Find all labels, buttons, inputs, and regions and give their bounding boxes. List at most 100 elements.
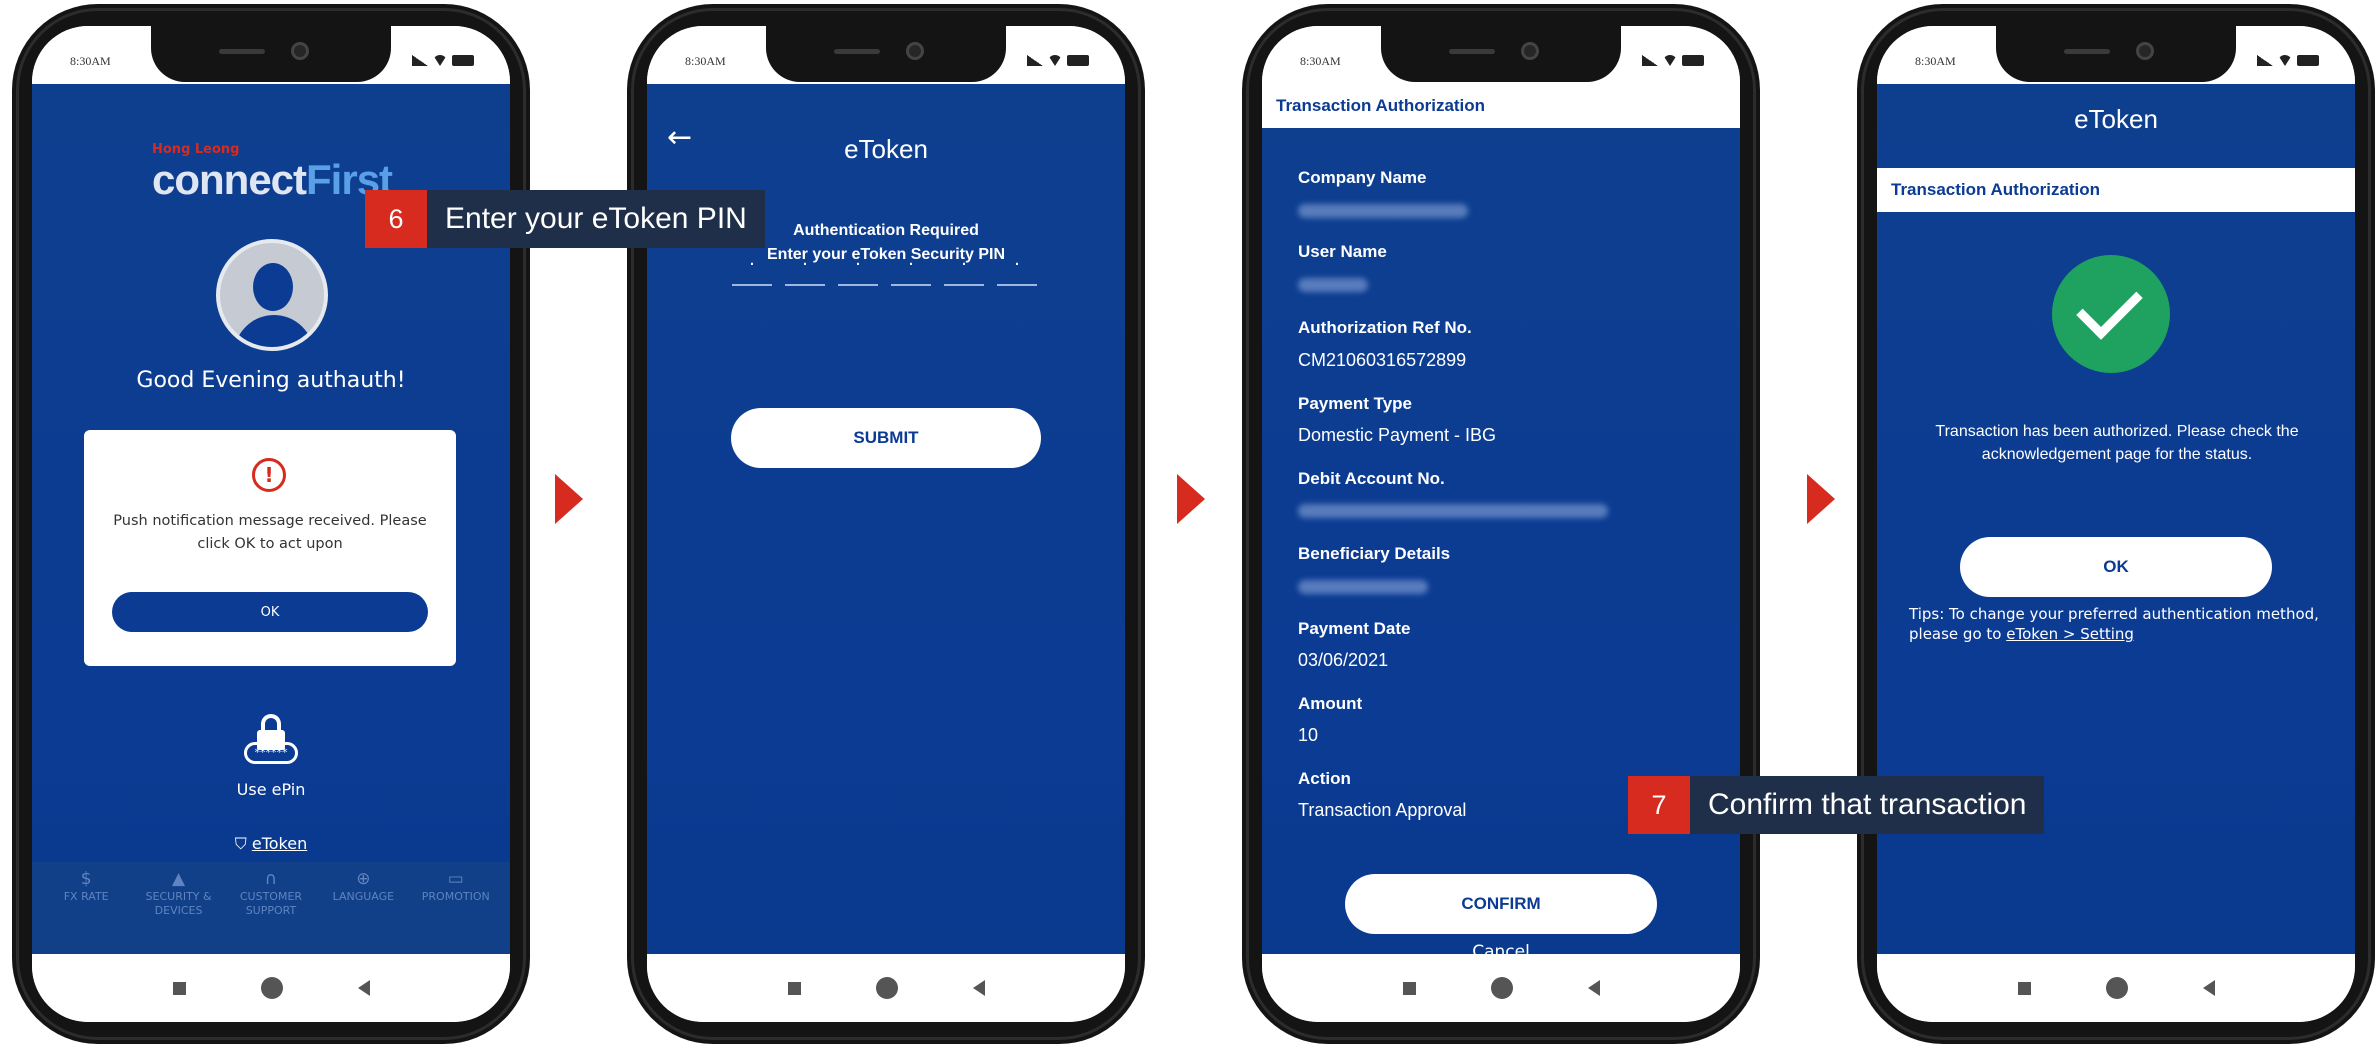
pin-digit[interactable]: · <box>785 254 825 286</box>
footer-language[interactable]: ⊕ LANGUAGE <box>323 869 403 954</box>
android-nav-bar <box>32 954 510 1022</box>
home-icon[interactable] <box>260 977 283 999</box>
step-arrow-1 <box>555 474 583 524</box>
cancel-link[interactable]: Cancel <box>1262 942 1740 954</box>
tips-text: Tips: To change your preferred authentic… <box>1909 604 2329 644</box>
home-icon[interactable] <box>2105 977 2128 999</box>
signal-icon <box>412 55 428 66</box>
dialog-message: Push notification message received. Plea… <box>113 513 427 552</box>
debit-account-value-redacted <box>1298 504 1608 518</box>
home-icon[interactable] <box>1490 977 1513 999</box>
callout-number: 7 <box>1628 776 1690 834</box>
debit-account-label: Debit Account No. <box>1298 469 1445 488</box>
wifi-icon <box>2278 55 2292 66</box>
back-icon[interactable] <box>2202 980 2215 996</box>
step-arrow-3 <box>1807 474 1835 524</box>
phone-2-screen: 8:30AM ← eToken Authentication Required … <box>647 26 1125 1022</box>
dialog-ok-button[interactable]: OK <box>112 592 428 632</box>
status-bar: 8:30AM <box>647 26 1125 84</box>
page-title: eToken <box>844 134 928 164</box>
home-icon[interactable] <box>875 977 898 999</box>
signal-icon <box>1642 55 1658 66</box>
confirm-button[interactable]: CONFIRM <box>1345 874 1657 934</box>
footer-fx-rate[interactable]: $ FX RATE <box>46 871 126 954</box>
wifi-icon <box>433 55 447 66</box>
status-bar: 8:30AM <box>32 26 510 84</box>
notch <box>1381 26 1621 82</box>
system-icons <box>1027 55 1089 66</box>
pin-digit[interactable]: · <box>997 254 1037 286</box>
phone-2: 8:30AM ← eToken Authentication Required … <box>627 4 1145 1044</box>
enter-pin-text: Enter your eToken Security PIN <box>767 246 1005 263</box>
logo-brand-small: Hong Leong <box>152 142 240 157</box>
user-name-value-redacted <box>1298 278 1368 292</box>
footer-menu: $ FX RATE ▲ SECURITY & DEVICES ∩ CUSTOMER S… <box>32 862 510 954</box>
payment-type-value: Domestic Payment - IBG <box>1298 425 1497 445</box>
phone-1-screen: 8:30AM Hong Leong connectFirst Good Even… <box>32 26 510 1022</box>
phone-3: 8:30AM Transaction Authorization Company… <box>1242 4 1760 1044</box>
signal-icon <box>2257 55 2273 66</box>
battery-icon <box>1067 55 1089 66</box>
notch <box>151 26 391 82</box>
signal-icon <box>1027 55 1043 66</box>
epin-lock-icon[interactable]: ****** <box>244 714 298 768</box>
amount-value: 10 <box>1298 725 1319 745</box>
success-message: Transaction has been authorized. Please … <box>1935 423 2299 463</box>
phone-1: 8:30AM Hong Leong connectFirst Good Even… <box>12 4 530 1044</box>
pin-digit[interactable]: · <box>891 254 931 286</box>
recents-icon[interactable] <box>787 981 801 995</box>
pin-digit[interactable]: · <box>944 254 984 286</box>
globe-icon: ⊕ <box>356 869 371 889</box>
battery-icon <box>452 55 474 66</box>
payment-date-label: Payment Date <box>1298 619 1411 638</box>
callout-text: Enter your eToken PIN <box>445 202 747 235</box>
notch <box>766 26 1006 82</box>
submit-button[interactable]: SUBMIT <box>731 408 1041 468</box>
android-nav-bar <box>647 954 1125 1022</box>
system-icons <box>412 55 474 66</box>
pin-digit[interactable]: · <box>732 254 772 286</box>
ok-button[interactable]: OK <box>1960 537 2272 597</box>
status-time: 8:30AM <box>1915 54 1956 68</box>
auth-ref-label: Authorization Ref No. <box>1298 318 1472 337</box>
recents-icon[interactable] <box>172 981 186 995</box>
notch <box>1996 26 2236 82</box>
pin-digit[interactable]: · <box>838 254 878 286</box>
section-header: Transaction Authorization <box>1262 84 1740 128</box>
company-name-value-redacted <box>1298 204 1468 218</box>
company-name-label: Company Name <box>1298 168 1427 187</box>
use-epin-label[interactable]: Use ePin <box>32 780 510 799</box>
battery-icon <box>1682 55 1704 66</box>
user-name-label: User Name <box>1298 242 1387 261</box>
etoken-link-label: eToken <box>251 834 308 853</box>
system-icons <box>1642 55 1704 66</box>
back-icon[interactable] <box>357 980 370 996</box>
back-icon[interactable] <box>972 980 985 996</box>
section-header: Transaction Authorization <box>1877 168 2355 212</box>
greeting: Good Evening authauth! <box>136 368 406 393</box>
recents-icon[interactable] <box>2017 981 2031 995</box>
etoken-setting-link[interactable]: eToken > Setting <box>2006 625 2134 643</box>
logo-connect: connect <box>152 156 307 203</box>
callout-number: 6 <box>365 190 427 248</box>
status-time: 8:30AM <box>1300 54 1341 68</box>
footer-promotion[interactable]: ▭ PROMOTION <box>416 871 496 954</box>
step-arrow-2 <box>1177 474 1205 524</box>
status-time: 8:30AM <box>685 54 726 68</box>
footer-label: PROMOTION <box>421 890 490 903</box>
battery-icon <box>2297 55 2319 66</box>
etoken-link[interactable]: ⛉ eToken <box>32 834 510 854</box>
back-icon[interactable] <box>1587 980 1600 996</box>
phone-4-screen: 8:30AM eToken Transaction Authorization … <box>1877 26 2355 1022</box>
wifi-icon <box>1663 55 1677 66</box>
recents-icon[interactable] <box>1402 981 1416 995</box>
footer-support[interactable]: ∩ CUSTOMER SUPPORT <box>231 871 311 954</box>
phone-3-screen: 8:30AM Transaction Authorization Company… <box>1262 26 1740 1022</box>
payment-date-value: 03/06/2021 <box>1298 650 1389 670</box>
action-label: Action <box>1298 769 1351 788</box>
shield-icon: ⛉ <box>234 834 252 853</box>
status-bar: 8:30AM <box>1262 26 1740 84</box>
success-check-icon <box>2052 255 2170 373</box>
footer-security[interactable]: ▲ SECURITY & DEVICES <box>139 871 219 954</box>
footer-label: FX RATE <box>63 890 109 903</box>
